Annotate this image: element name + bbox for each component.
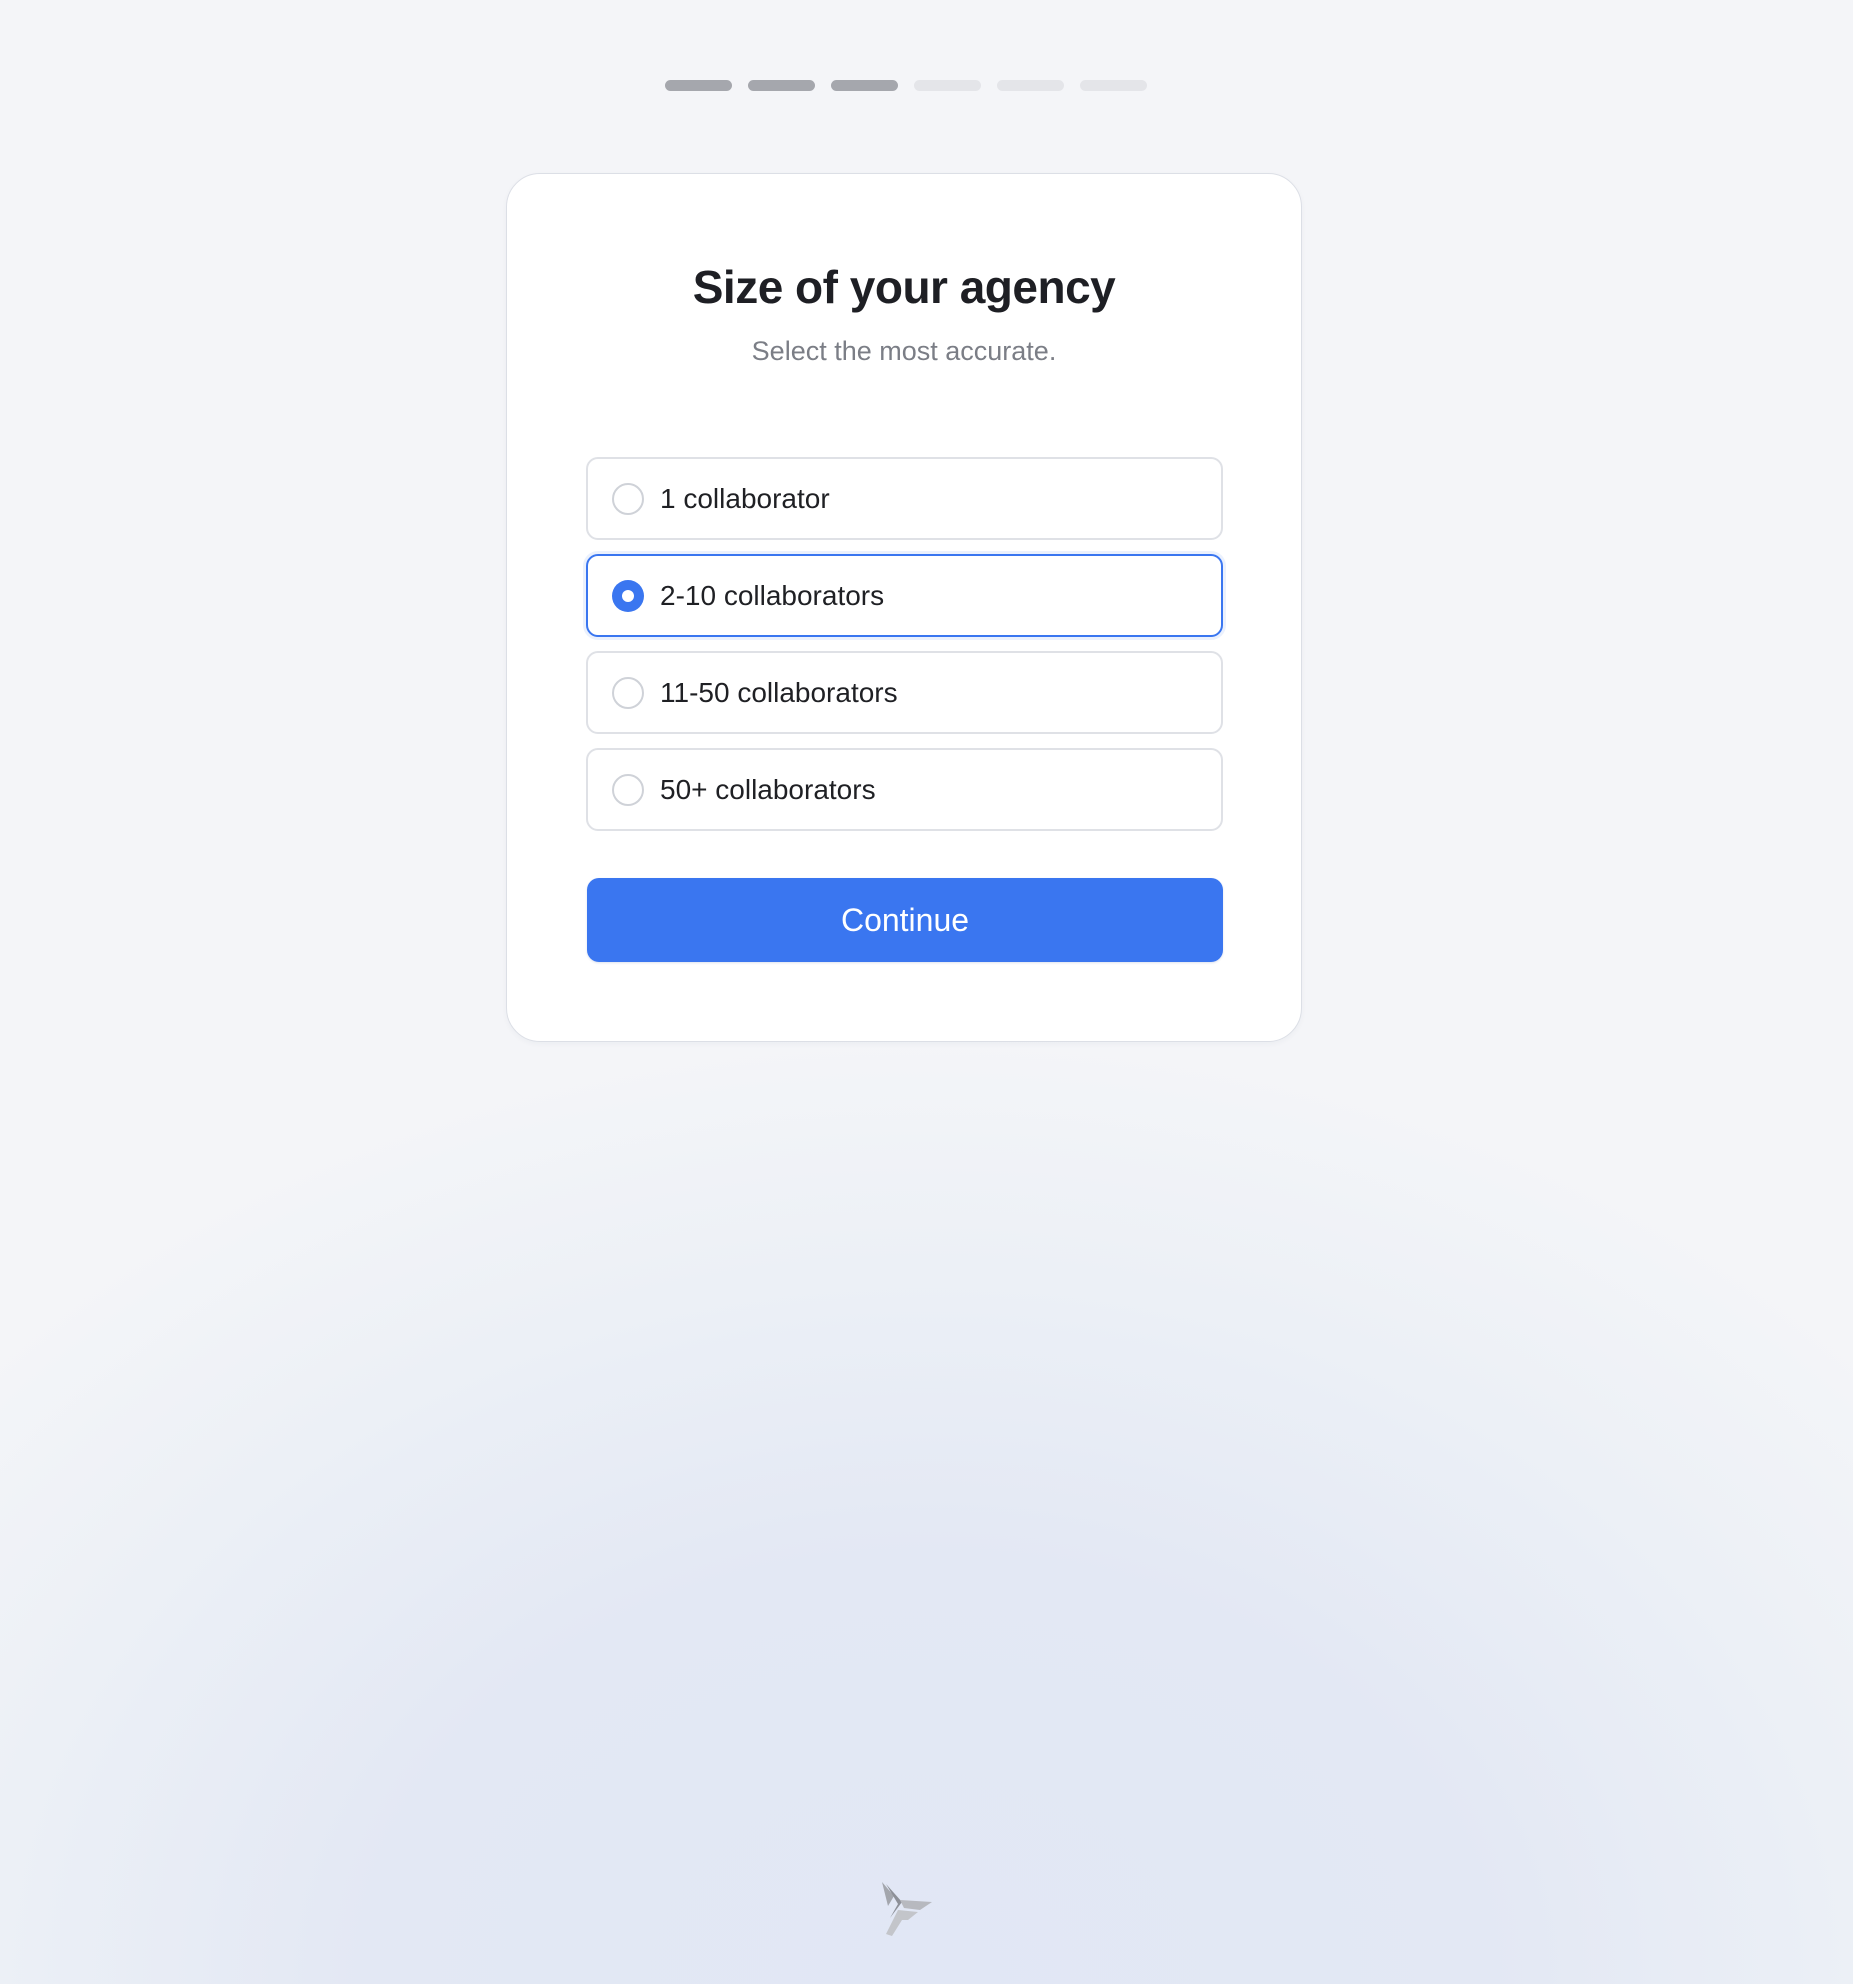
progress-step-2 <box>748 80 815 91</box>
option-label: 2-10 collaborators <box>660 579 885 611</box>
radio-button[interactable] <box>612 579 644 612</box>
progress-step-3 <box>831 80 898 91</box>
option-50-plus-collaborators[interactable]: 50+ collaborators <box>586 748 1223 831</box>
option-2-10-collaborators[interactable]: 2-10 collaborators <box>586 554 1223 637</box>
brand-logo-icon <box>882 1882 932 1936</box>
progress-step-1 <box>665 80 732 91</box>
progress-step-5 <box>997 80 1064 91</box>
agency-size-options: 1 collaborator 2-10 collaborators 11-50 … <box>586 457 1223 831</box>
radio-button[interactable] <box>612 676 644 709</box>
progress-step-6 <box>1080 80 1147 91</box>
progress-steps <box>665 80 1147 91</box>
option-label: 1 collaborator <box>660 482 830 514</box>
continue-button[interactable]: Continue <box>587 878 1223 962</box>
radio-button[interactable] <box>612 482 644 515</box>
agency-size-card: Size of your agency Select the most accu… <box>506 173 1302 1042</box>
option-11-50-collaborators[interactable]: 11-50 collaborators <box>586 651 1223 734</box>
page-title: Size of your agency <box>692 261 1116 313</box>
radio-button[interactable] <box>612 773 644 806</box>
progress-step-4 <box>914 80 981 91</box>
option-label: 50+ collaborators <box>660 773 876 805</box>
option-label: 11-50 collaborators <box>660 676 898 708</box>
page-subtitle: Select the most accurate. <box>751 336 1057 366</box>
option-1-collaborator[interactable]: 1 collaborator <box>586 457 1223 540</box>
